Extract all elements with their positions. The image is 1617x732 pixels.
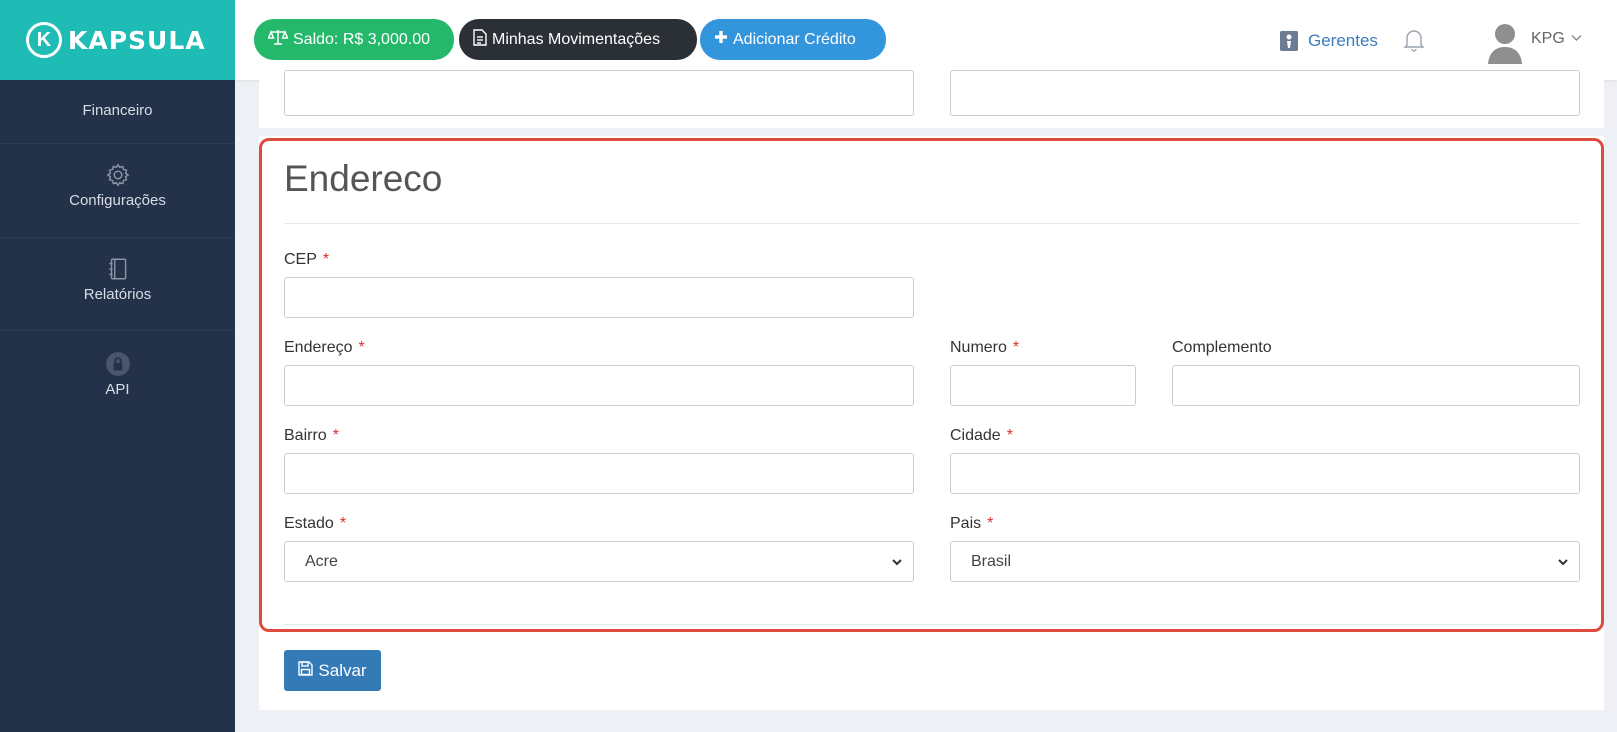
cidade-input[interactable]: [950, 453, 1580, 494]
estado-label-text: Estado: [284, 515, 334, 532]
sidebar-item-label: Financeiro: [82, 102, 153, 119]
complemento-label: Complemento: [1172, 339, 1272, 357]
estado-select[interactable]: Acre: [284, 541, 914, 582]
pais-select[interactable]: Brasil: [950, 541, 1580, 582]
document-icon: [473, 28, 492, 51]
floppy-disk-icon: [298, 660, 318, 681]
bairro-label: Bairro *: [284, 427, 339, 445]
cidade-label: Cidade *: [950, 427, 1013, 445]
estado-label: Estado *: [284, 515, 346, 533]
numero-label: Numero *: [950, 339, 1019, 357]
complemento-label-text: Complemento: [1172, 339, 1272, 356]
required-mark: *: [1006, 427, 1013, 444]
required-mark: *: [322, 251, 330, 268]
sidebar-item-label: Relatórios: [83, 286, 152, 303]
pais-label: Pais *: [950, 515, 993, 533]
gerentes-label: Gerentes: [1308, 31, 1378, 50]
notebook-icon: [105, 256, 131, 282]
numero-label-text: Numero: [950, 339, 1007, 356]
pais-selected: Brasil: [971, 552, 1012, 570]
user-menu[interactable]: KPG: [1531, 30, 1582, 48]
chevron-down-icon: [891, 555, 903, 573]
bairro-label-text: Bairro: [284, 427, 327, 444]
save-button[interactable]: Salvar: [284, 650, 381, 691]
adicionar-label: Adicionar Crédito: [733, 30, 856, 48]
cep-label-text: CEP: [284, 251, 317, 268]
adicionar-credito-button[interactable]: Adicionar Crédito: [700, 19, 886, 60]
gerentes-link[interactable]: Gerentes: [1280, 31, 1378, 51]
plus-icon: [714, 30, 733, 49]
sidebar-item-relatorios[interactable]: Relatórios: [0, 238, 235, 331]
sidebar-item-label: Configurações: [69, 192, 166, 209]
saldo-label: Saldo: R$ 3,000.00: [293, 30, 430, 48]
section-title: Endereco: [284, 158, 443, 199]
movimentacoes-label: Minhas Movimentações: [492, 30, 661, 48]
divider: [284, 624, 1580, 625]
topbar: Saldo: R$ 3,000.00 Minhas Movimentações …: [235, 0, 1617, 80]
endereco-label-text: Endereço: [284, 339, 353, 356]
chevron-down-icon: [1571, 33, 1582, 45]
cep-input[interactable]: [284, 277, 914, 318]
previous-input-right[interactable]: [950, 70, 1580, 116]
chevron-down-icon: [1557, 555, 1569, 573]
complemento-input[interactable]: [1172, 365, 1580, 406]
divider: [284, 223, 1580, 224]
required-mark: *: [987, 515, 994, 532]
numero-input[interactable]: [950, 365, 1136, 406]
manager-icon: [1280, 31, 1298, 51]
save-label: Salvar: [318, 660, 367, 680]
logo-mark: K: [26, 22, 62, 58]
previous-input-left[interactable]: [284, 70, 914, 116]
required-mark: *: [339, 515, 347, 532]
required-mark: *: [358, 339, 365, 356]
sidebar-item-financeiro[interactable]: Financeiro: [0, 72, 235, 144]
gear-icon: [105, 162, 131, 188]
minhas-movimentacoes-button[interactable]: Minhas Movimentações: [459, 19, 697, 60]
sidebar-item-configuracoes[interactable]: Configurações: [0, 144, 235, 238]
bell-icon[interactable]: [1403, 28, 1425, 57]
sidebar: Financeiro Configurações Relatórios API …: [0, 0, 235, 732]
balance-scale-icon: [267, 29, 293, 50]
saldo-button[interactable]: Saldo: R$ 3,000.00: [254, 19, 454, 60]
brand-name: KAPSULA: [68, 25, 206, 55]
sidebar-item-api[interactable]: API: [0, 331, 235, 411]
endereco-input[interactable]: [284, 365, 914, 406]
cep-label: CEP *: [284, 251, 329, 269]
sidebar-item-label: API: [105, 381, 130, 398]
user-name: KPG: [1531, 30, 1565, 47]
cidade-label-text: Cidade: [950, 427, 1001, 444]
pais-label-text: Pais: [950, 515, 982, 532]
lock-icon: [105, 351, 131, 377]
avatar[interactable]: [1485, 20, 1525, 64]
endereco-label: Endereço *: [284, 339, 365, 357]
estado-selected: Acre: [305, 552, 338, 570]
logo[interactable]: K KAPSULA: [0, 0, 235, 80]
required-mark: *: [332, 427, 339, 444]
previous-section-card: [259, 70, 1604, 128]
bairro-input[interactable]: [284, 453, 914, 494]
required-mark: *: [1012, 339, 1020, 356]
